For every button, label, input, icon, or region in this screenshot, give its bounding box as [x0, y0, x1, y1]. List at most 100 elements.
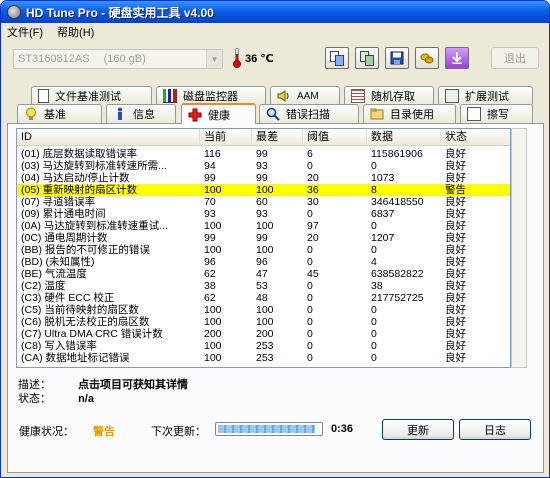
table-row[interactable]: (C2) 温度 38 53 0 38 良好 — [17, 280, 510, 292]
table-cell: (09) 累计通电时间 — [21, 208, 106, 220]
save-button[interactable] — [385, 47, 409, 69]
drive-select[interactable]: ST3160812AS (160 gB) ▼ — [13, 49, 223, 69]
tab-random-access[interactable]: 随机存取 — [344, 86, 434, 105]
table-row[interactable]: (03) 马达旋转到标准转速所需... 94 93 0 0 良好 — [17, 160, 510, 172]
next-update-label: 下次更新： — [151, 426, 206, 438]
document-icon — [38, 89, 49, 103]
table-cell: 100 — [256, 244, 274, 256]
status-value: n/a — [78, 393, 94, 405]
tab-error-scan[interactable]: 错误扫描 — [259, 104, 359, 123]
table-cell: 45 — [307, 268, 319, 280]
copy-text-button[interactable] — [325, 47, 349, 69]
download-icon — [452, 52, 462, 64]
table-cell: 良好 — [445, 196, 466, 208]
table-cell: (07) 寻道错误率 — [21, 196, 96, 208]
table-cell: 良好 — [445, 172, 466, 184]
tab-benchmark[interactable]: 基准 — [17, 104, 102, 123]
table-cell: 100 — [204, 184, 222, 196]
table-scrollbar[interactable] — [511, 128, 527, 368]
table-row[interactable]: (C7) Ultra DMA CRC 错误计数 200 200 0 0 良好 — [17, 328, 510, 340]
table-cell: 良好 — [445, 292, 466, 304]
table-row[interactable]: (07) 寻道错误率 70 60 30 346418550 良好 — [17, 196, 510, 208]
tab-erase[interactable]: 擦写 — [460, 104, 533, 123]
refresh-button[interactable]: 更新 — [382, 419, 454, 440]
table-cell: (C6) 脱机无法校正的扇区数 — [21, 316, 150, 328]
extra-tests-icon — [445, 89, 459, 103]
table-cell: 20 — [307, 172, 319, 184]
table-cell: 93 — [204, 208, 216, 220]
tab-file-benchmark[interactable]: 文件基准测试 — [31, 86, 152, 105]
table-row[interactable]: (09) 累计通电时间 93 93 0 6837 良好 — [17, 208, 510, 220]
table-cell: 0 — [307, 256, 313, 268]
table-cell: 良好 — [445, 340, 466, 352]
table-cell: 48 — [256, 292, 268, 304]
table-cell: 100 — [204, 244, 222, 256]
title-bar[interactable]: HD Tune Pro - 硬盘实用工具 v4.00 — [1, 1, 549, 23]
table-row[interactable]: (C3) 硬件 ECC 校正 62 48 0 217752725 良好 — [17, 292, 510, 304]
tab-row-bottom: 基准 信息 健康 错误扫描 目录使用 擦写 — [1, 103, 549, 124]
table-cell: 0 — [307, 208, 313, 220]
exit-button[interactable]: 退出 — [491, 47, 539, 69]
table-cell: 47 — [256, 268, 268, 280]
tab-folder-usage[interactable]: 目录使用 — [363, 104, 456, 123]
table-cell: 100 — [256, 184, 274, 196]
col-worst[interactable]: 最差 — [252, 129, 303, 145]
table-cell: 200 — [256, 328, 274, 340]
table-cell: 0 — [307, 328, 313, 340]
options-button[interactable] — [415, 47, 439, 69]
col-current[interactable]: 当前 — [200, 129, 252, 145]
table-row[interactable]: (BE) 气流温度 62 47 45 638582822 良好 — [17, 268, 510, 280]
table-row[interactable]: (04) 马达启动/停止计数 99 99 20 1073 良好 — [17, 172, 510, 184]
speaker-icon — [277, 89, 291, 103]
table-row[interactable]: (CA) 数据地址标记错误 100 253 0 0 良好 — [17, 352, 510, 364]
table-cell: (BE) 气流温度 — [21, 268, 87, 280]
col-data[interactable]: 数据 — [367, 129, 441, 145]
table-cell: (BD) (未知属性) — [21, 256, 95, 268]
tab-extra-tests[interactable]: 扩展测试 — [438, 86, 533, 105]
table-row[interactable]: (0C) 通电周期计数 99 99 20 1207 良好 — [17, 232, 510, 244]
chevron-down-icon[interactable]: ▼ — [206, 50, 222, 68]
table-cell: (05) 重新映射的扇区计数 — [21, 184, 138, 196]
table-cell: 217752725 — [371, 292, 424, 304]
random-access-icon — [351, 89, 365, 103]
tab-aam[interactable]: AAM — [270, 86, 340, 105]
table-cell: 94 — [204, 160, 216, 172]
thermometer-icon — [233, 48, 241, 68]
download-button[interactable] — [445, 47, 469, 69]
magnifier-icon — [266, 107, 280, 121]
table-cell: 良好 — [445, 220, 466, 232]
update-progress-bar — [215, 422, 323, 436]
tab-health[interactable]: 健康 — [181, 103, 256, 124]
options-icon — [420, 53, 434, 64]
save-icon — [390, 51, 404, 65]
log-button[interactable]: 日志 — [459, 419, 531, 440]
table-row[interactable]: (05) 重新映射的扇区计数 100 100 36 8 警告 — [17, 184, 510, 196]
table-row[interactable]: (BD) (未知属性) 96 96 0 4 良好 — [17, 256, 510, 268]
table-row[interactable]: (01) 底层数据读取错误率 116 99 6 115861906 良好 — [17, 148, 510, 160]
table-row[interactable]: (C5) 当前待映射的扇区数 100 100 0 0 良好 — [17, 304, 510, 316]
table-row[interactable]: (C6) 脱机无法校正的扇区数 100 100 0 0 良好 — [17, 316, 510, 328]
table-row[interactable]: (BB) 报告的不可修正的错误 100 100 0 0 良好 — [17, 244, 510, 256]
copy-screenshot-button[interactable] — [355, 47, 379, 69]
table-cell: 638582822 — [371, 268, 424, 280]
table-cell: 253 — [256, 352, 274, 364]
table-cell: 70 — [204, 196, 216, 208]
table-cell: 良好 — [445, 352, 466, 364]
table-row[interactable]: (C8) 写入错误率 100 253 0 0 良好 — [17, 340, 510, 352]
col-id[interactable]: ID — [17, 129, 200, 145]
drive-name: ST3160812AS — [18, 53, 90, 65]
menu-help[interactable]: 帮助(H) — [57, 24, 94, 40]
col-status[interactable]: 状态 — [441, 129, 510, 145]
menu-file[interactable]: 文件(F) — [7, 24, 43, 40]
bar-chart-icon — [163, 89, 177, 103]
window-title: HD Tune Pro - 硬盘实用工具 v4.00 — [26, 5, 214, 20]
temperature-readout: 36 ℃ — [245, 53, 274, 65]
table-row[interactable]: (0A) 马达旋转到标准转速重试... 100 100 97 0 良好 — [17, 220, 510, 232]
table-cell: 良好 — [445, 304, 466, 316]
app-window: HD Tune Pro - 硬盘实用工具 v4.00 文件(F) 帮助(H) S… — [0, 0, 550, 478]
table-cell: 200 — [204, 328, 222, 340]
tab-info[interactable]: 信息 — [106, 104, 176, 123]
tab-row-top: 文件基准测试 磁盘监控器 AAM 随机存取 扩展测试 — [1, 86, 549, 106]
col-threshold[interactable]: 阈值 — [303, 129, 367, 145]
table-cell: (04) 马达启动/停止计数 — [21, 172, 130, 184]
